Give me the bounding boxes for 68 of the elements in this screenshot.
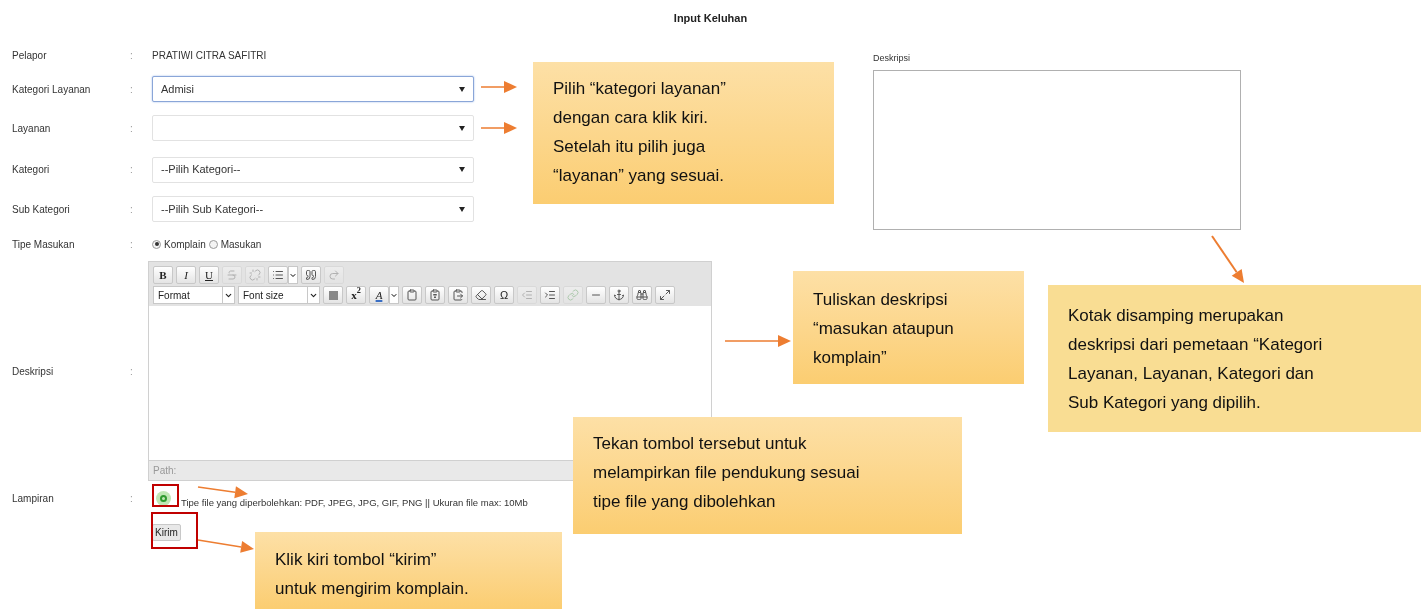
underline-button[interactable]: U	[199, 266, 219, 284]
callout-note: Tekan tombol tersebut untuk melampirkan file pendukung sesuai tipe file yang dibolehkan	[573, 417, 962, 534]
page-title: Input Keluhan	[673, 11, 748, 26]
field-separator: :	[130, 82, 134, 97]
field-separator: :	[130, 121, 134, 136]
select-field[interactable]: --Pilih Kategori--	[152, 156, 474, 183]
arrow	[724, 335, 791, 347]
arrow	[197, 486, 248, 499]
send-button[interactable]: Kirim	[152, 524, 181, 541]
italic-button[interactable]: I	[176, 266, 196, 284]
maximize-icon[interactable]	[655, 286, 675, 304]
bold-button[interactable]: B	[153, 266, 173, 284]
callout-note: Pilih “kategori layanan” dengan cara klik kiri. Setelah itu pilih juga “layanan” yang sesuai.	[533, 62, 834, 204]
field-label: Sub Kategori	[12, 202, 71, 217]
clipboard-paste-icon[interactable]	[448, 286, 468, 304]
dropdown-arrow-icon	[459, 125, 465, 131]
select-field[interactable]	[152, 115, 474, 141]
eraser-icon[interactable]	[471, 286, 491, 304]
dropdown-arrow-icon	[459, 167, 465, 172]
path-label: Path:	[153, 464, 177, 478]
toolbar-dropdown[interactable]: Format	[153, 286, 235, 304]
radio-button[interactable]	[208, 239, 218, 249]
field-label: Layanan	[12, 121, 52, 136]
select-field[interactable]: Admisi	[152, 76, 474, 102]
binoculars-icon[interactable]	[632, 286, 652, 304]
arrow	[1211, 235, 1244, 283]
special-character-button[interactable]: Ω	[494, 286, 514, 304]
anchor-icon[interactable]	[609, 286, 629, 304]
callout-note: Klik kiri tombol “kirim” untuk mengirim komplain.	[255, 532, 562, 609]
field-label: Lampiran	[12, 492, 55, 506]
field-label: Deskripsi	[12, 364, 55, 379]
field-label: Kategori Layanan	[12, 82, 92, 97]
callout-note: Kotak disamping merupakan deskripsi dari pemetaan “Kategori Layanan, Layanan, Kategori dan Sub Kategori yang dipilih.	[1048, 285, 1421, 432]
text-color-button[interactable]: A	[369, 286, 389, 304]
list-icon[interactable]	[268, 266, 288, 284]
field-separator: :	[130, 364, 134, 379]
field-separator: :	[130, 163, 134, 177]
quote-icon[interactable]	[301, 266, 321, 284]
radio-button[interactable]	[152, 239, 161, 249]
arrow	[197, 539, 254, 553]
select-field[interactable]: --Pilih Sub Kategori--	[152, 196, 474, 222]
radio-label: Komplain	[164, 237, 206, 252]
caret-icon[interactable]	[288, 266, 298, 284]
arrow	[480, 122, 517, 134]
indent-icon[interactable]	[540, 286, 560, 304]
field-separator: :	[130, 492, 134, 506]
clipboard-text-icon[interactable]	[425, 286, 445, 304]
caret-icon[interactable]	[389, 286, 399, 304]
block-button[interactable]	[323, 286, 343, 304]
field-label: Pelapor	[12, 49, 48, 63]
field-label: Kategori	[12, 163, 51, 177]
field-separator: :	[130, 237, 134, 252]
field-separator: :	[130, 202, 134, 217]
callout-note: Tuliskan deskripsi “masukan ataupun komplain”	[793, 271, 1024, 384]
radio-label: Masukan	[220, 237, 262, 252]
superscript-button[interactable]: x$^{2}$	[346, 286, 366, 304]
file-hint: Tipe file yang diperbolehkan: PDF, JPEG, JPG, GIF, PNG || Ukuran file max: 10Mb	[181, 498, 528, 508]
clipboard-icon[interactable]	[402, 286, 422, 304]
reporter-name: PRATIWI CITRA SAFITRI	[152, 49, 267, 63]
highlight-frame	[152, 484, 179, 507]
toolbar-dropdown[interactable]: Font size	[238, 286, 320, 304]
description-label: Deskripsi	[873, 52, 911, 65]
field-separator: :	[130, 49, 134, 63]
dropdown-arrow-icon	[459, 86, 465, 92]
dropdown-arrow-icon	[459, 206, 465, 212]
field-label: Tipe Masukan	[12, 237, 76, 252]
arrow	[480, 81, 517, 93]
highlight-frame	[151, 512, 198, 549]
